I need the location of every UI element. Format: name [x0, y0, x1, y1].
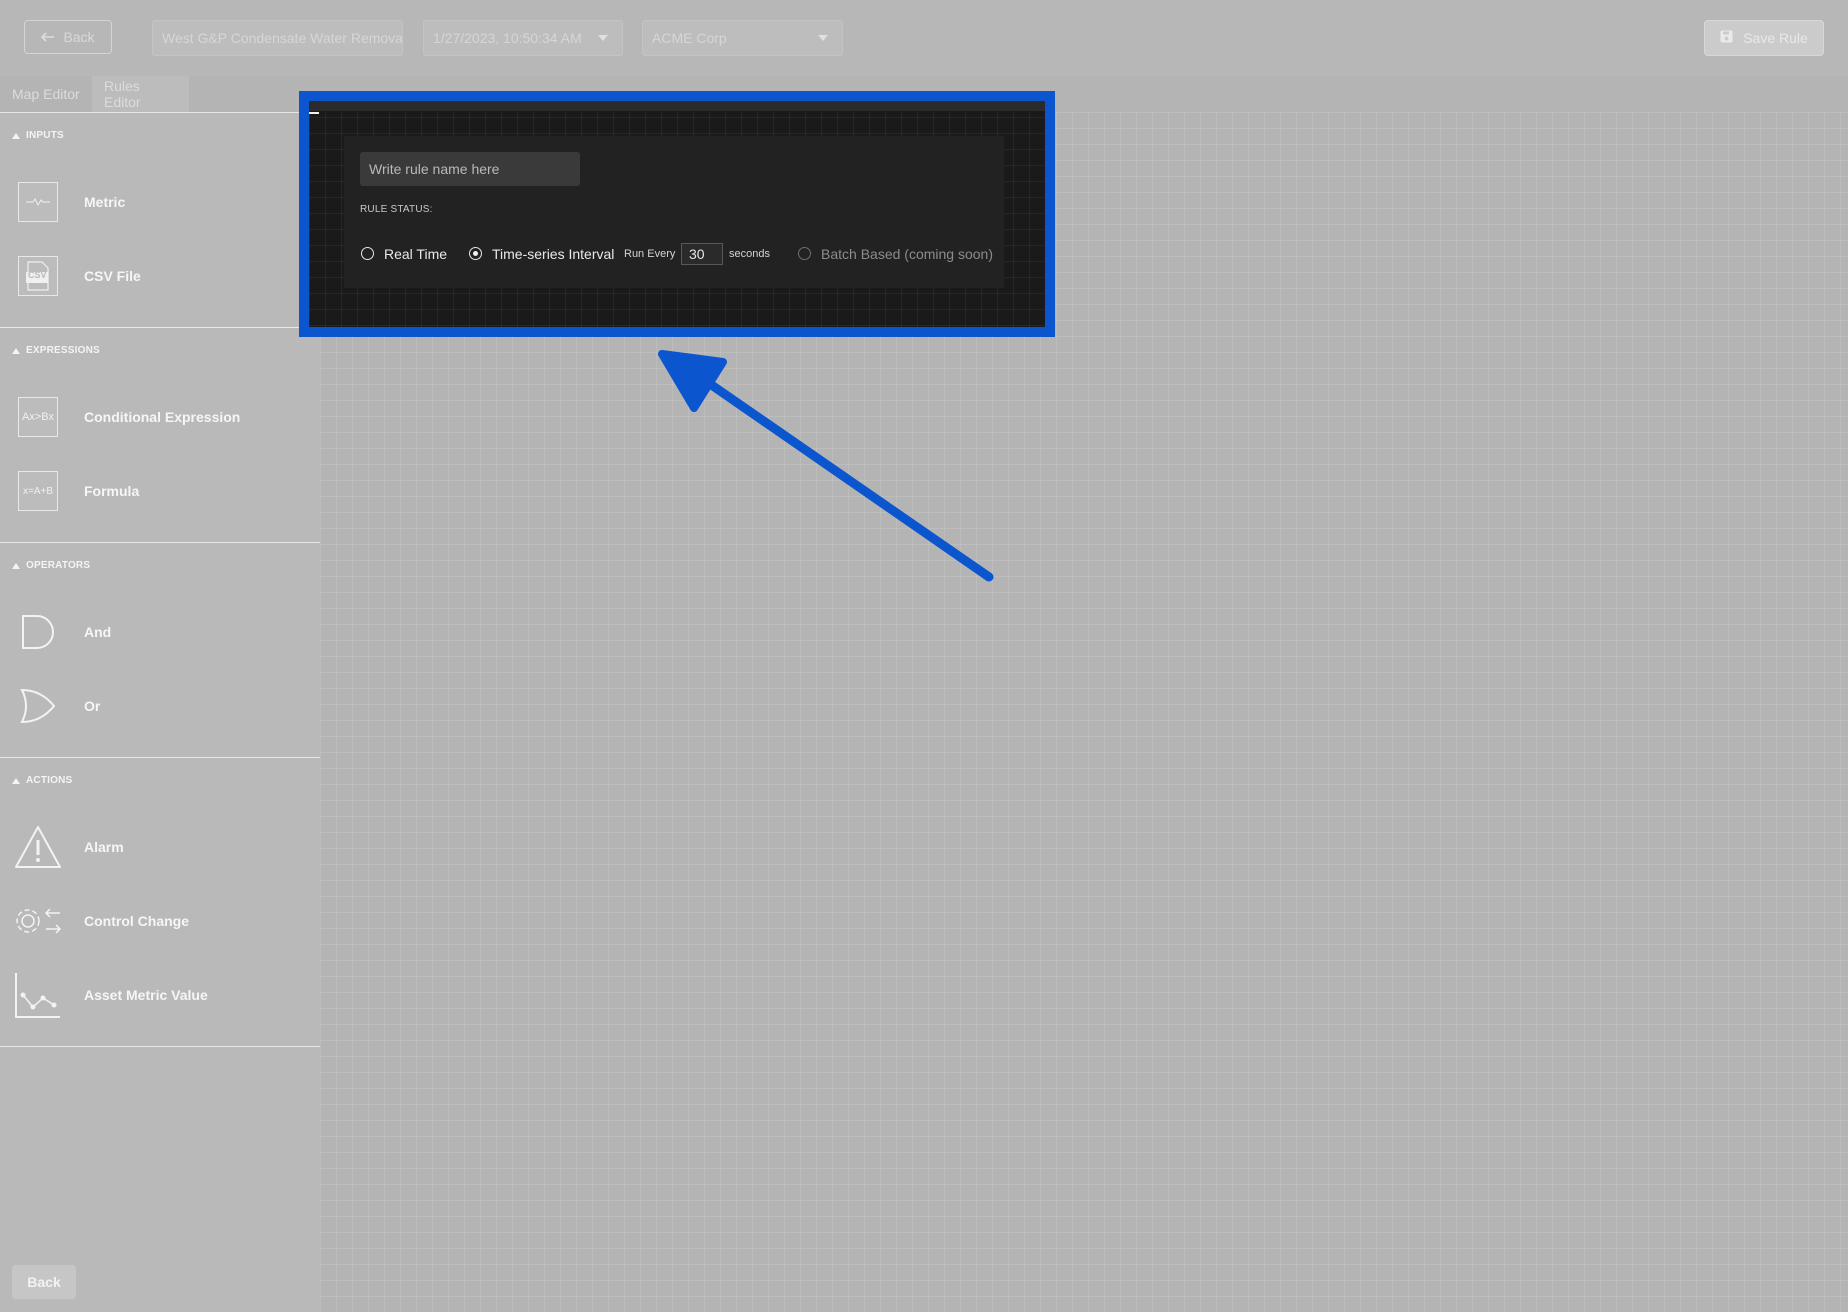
- palette-item-label: CSV File: [84, 268, 141, 284]
- section-divider: [0, 542, 320, 543]
- datetime-select[interactable]: 1/27/2023, 10:50:34 AM: [423, 20, 623, 56]
- back-button-label: Back: [63, 29, 95, 45]
- company-value: ACME Corp: [652, 30, 727, 46]
- section-title: OPERATORS: [26, 560, 91, 571]
- arrow-left-icon: [41, 29, 55, 45]
- chevron-down-icon: [818, 35, 828, 41]
- conditional-expression-icon: Ax>Bx: [18, 397, 58, 437]
- asset-metric-value-icon: [14, 971, 62, 1019]
- section-header-inputs[interactable]: INPUTS: [12, 130, 64, 141]
- asset-name-field[interactable]: West G&P Condensate Water Remova: [152, 20, 403, 56]
- section-header-actions[interactable]: ACTIONS: [12, 775, 72, 786]
- tab-rules-editor[interactable]: Rules Editor: [92, 76, 189, 112]
- palette-item-conditional-expression[interactable]: Ax>Bx Conditional Expression: [0, 387, 320, 447]
- palette-item-label: Conditional Expression: [84, 409, 241, 425]
- datetime-value: 1/27/2023, 10:50:34 AM: [433, 30, 582, 46]
- top-toolbar: Back West G&P Condensate Water Remova 1/…: [0, 0, 1848, 76]
- section-title: INPUTS: [26, 130, 64, 141]
- palette-item-label: Formula: [84, 483, 140, 499]
- tab-label: Map Editor: [12, 86, 80, 102]
- control-change-icon: [14, 904, 64, 938]
- icon-text: x=A+B: [22, 485, 54, 497]
- collapse-caret-icon: [12, 132, 20, 139]
- save-disk-icon: [1720, 30, 1733, 46]
- palette-item-or[interactable]: Or: [0, 676, 320, 736]
- csv-file-icon: CSV: [18, 256, 58, 296]
- metric-icon: [18, 182, 58, 222]
- company-select[interactable]: ACME Corp: [642, 20, 843, 56]
- collapse-caret-icon: [12, 347, 20, 354]
- palette-item-label: Or: [84, 698, 101, 714]
- section-title: ACTIONS: [26, 775, 73, 786]
- section-header-operators[interactable]: OPERATORS: [12, 560, 90, 571]
- palette-item-control-change[interactable]: Control Change: [0, 891, 320, 951]
- collapse-caret-icon: [12, 777, 20, 784]
- or-gate-icon: [18, 686, 58, 726]
- section-header-expressions[interactable]: EXPRESSIONS: [12, 345, 100, 356]
- icon-text: Ax>Bx: [21, 411, 55, 423]
- collapse-caret-icon: [12, 562, 20, 569]
- palette-item-formula[interactable]: x=A+B Formula: [0, 461, 320, 521]
- palette-item-alarm[interactable]: Alarm: [0, 817, 320, 877]
- section-title: EXPRESSIONS: [26, 345, 100, 356]
- palette-item-label: Control Change: [84, 913, 189, 929]
- formula-icon: x=A+B: [18, 471, 58, 511]
- and-gate-icon: [18, 612, 58, 652]
- palette-item-label: Metric: [84, 194, 126, 210]
- alarm-warning-icon: [14, 824, 62, 870]
- palette-item-metric[interactable]: Metric: [0, 172, 320, 232]
- tab-label: Rules Editor: [104, 78, 141, 110]
- back-button-label: Back: [27, 1274, 61, 1290]
- highlight-box: [299, 91, 1055, 337]
- back-button-bottom[interactable]: Back: [12, 1265, 76, 1299]
- section-divider: [0, 757, 320, 758]
- csv-icon-text: CSV: [28, 270, 47, 280]
- chevron-down-icon: [598, 35, 608, 41]
- tab-underline: [0, 112, 320, 113]
- palette-item-csv-file[interactable]: CSV CSV File: [0, 246, 320, 306]
- tab-map-editor[interactable]: Map Editor: [0, 76, 92, 112]
- back-button-top[interactable]: Back: [24, 20, 112, 54]
- save-rule-button[interactable]: Save Rule: [1704, 20, 1824, 56]
- section-divider: [0, 327, 320, 328]
- palette-item-label: Asset Metric Value: [84, 987, 208, 1003]
- palette-item-label: And: [84, 624, 112, 640]
- palette-item-and[interactable]: And: [0, 602, 320, 662]
- section-divider: [0, 1046, 320, 1047]
- asset-name-value: West G&P Condensate Water Remova: [162, 30, 403, 46]
- palette-item-label: Alarm: [84, 839, 124, 855]
- save-rule-label: Save Rule: [1743, 30, 1808, 46]
- palette-item-asset-metric-value[interactable]: Asset Metric Value: [0, 965, 320, 1025]
